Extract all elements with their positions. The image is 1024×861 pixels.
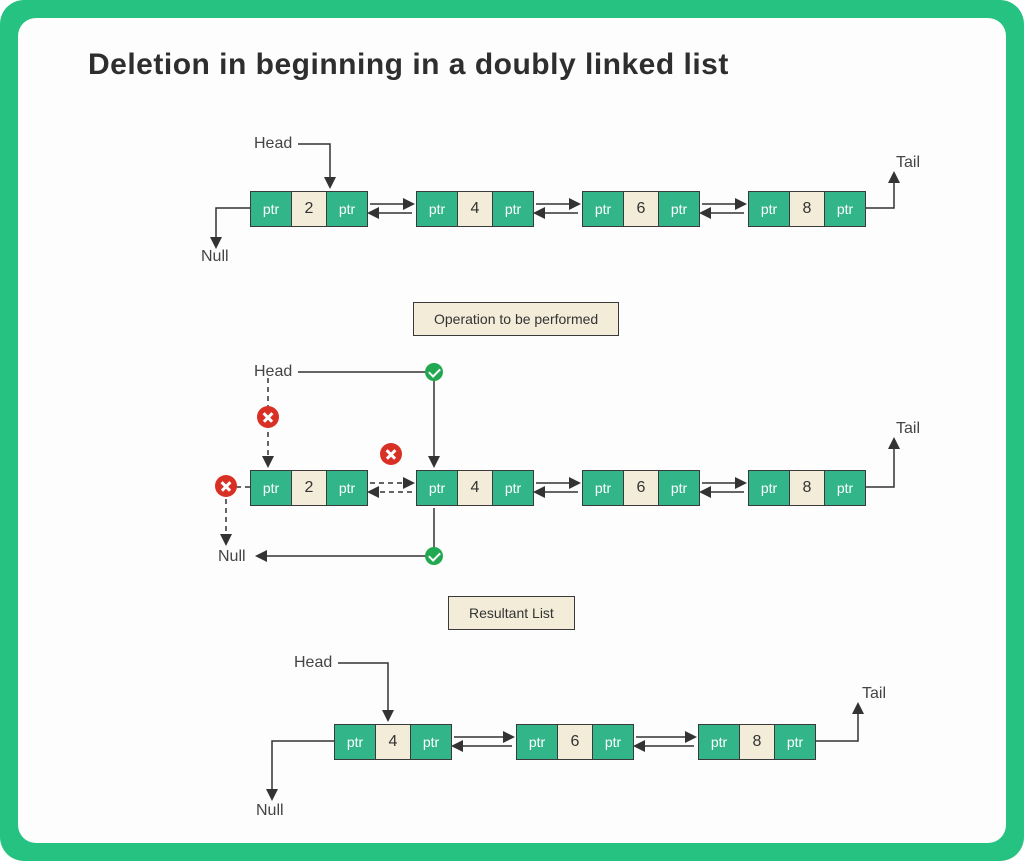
node-3-next: ptr [659, 192, 699, 226]
res-node-3-value: 8 [739, 725, 775, 759]
node-2-prev: ptr [417, 192, 457, 226]
operation-caption: Operation to be performed [413, 302, 619, 336]
res-node-1: ptr 4 ptr [334, 724, 452, 760]
check-icon [425, 547, 443, 565]
node-1-next: ptr [327, 192, 367, 226]
op-node-3-value: 6 [623, 471, 659, 505]
cross-icon [380, 443, 402, 465]
res-node-2-value: 6 [557, 725, 593, 759]
node-1: ptr 2 ptr [250, 191, 368, 227]
check-icon [425, 363, 443, 381]
res-node-2-next: ptr [593, 725, 633, 759]
head-label-3: Head [294, 654, 332, 672]
op-node-1-next: ptr [327, 471, 367, 505]
op-node-2-value: 4 [457, 471, 493, 505]
stage3-connectors [18, 18, 1006, 843]
head-label: Head [254, 135, 292, 153]
op-node-1: ptr 2 ptr [250, 470, 368, 506]
res-node-2-prev: ptr [517, 725, 557, 759]
tail-label-3: Tail [862, 685, 886, 703]
res-node-1-prev: ptr [335, 725, 375, 759]
diagram-title: Deletion in beginning in a doubly linked… [88, 48, 729, 82]
op-node-1-value: 2 [291, 471, 327, 505]
node-2-next: ptr [493, 192, 533, 226]
res-node-1-next: ptr [411, 725, 451, 759]
node-4-prev: ptr [749, 192, 789, 226]
res-node-1-value: 4 [375, 725, 411, 759]
op-node-2: ptr 4 ptr [416, 470, 534, 506]
op-node-4-value: 8 [789, 471, 825, 505]
node-3-value: 6 [623, 192, 659, 226]
node-4-next: ptr [825, 192, 865, 226]
head-label-2: Head [254, 363, 292, 381]
op-node-4-next: ptr [825, 471, 865, 505]
diagram-canvas: Deletion in beginning in a doubly linked… [18, 18, 1006, 843]
op-node-3-next: ptr [659, 471, 699, 505]
null-label-3: Null [256, 802, 284, 820]
null-label-2: Null [218, 548, 246, 566]
tail-label: Tail [896, 154, 920, 172]
res-node-3-next: ptr [775, 725, 815, 759]
res-node-3: ptr 8 ptr [698, 724, 816, 760]
node-1-prev: ptr [251, 192, 291, 226]
op-node-4: ptr 8 ptr [748, 470, 866, 506]
resultant-caption: Resultant List [448, 596, 575, 630]
null-label: Null [201, 248, 229, 266]
op-node-2-prev: ptr [417, 471, 457, 505]
op-node-1-prev: ptr [251, 471, 291, 505]
diagram-frame: Deletion in beginning in a doubly linked… [0, 0, 1024, 861]
node-3: ptr 6 ptr [582, 191, 700, 227]
res-node-3-prev: ptr [699, 725, 739, 759]
op-node-3-prev: ptr [583, 471, 623, 505]
tail-label-2: Tail [896, 420, 920, 438]
node-1-value: 2 [291, 192, 327, 226]
op-node-2-next: ptr [493, 471, 533, 505]
op-node-3: ptr 6 ptr [582, 470, 700, 506]
cross-icon [215, 475, 237, 497]
node-2: ptr 4 ptr [416, 191, 534, 227]
op-node-4-prev: ptr [749, 471, 789, 505]
cross-icon [257, 406, 279, 428]
node-4-value: 8 [789, 192, 825, 226]
res-node-2: ptr 6 ptr [516, 724, 634, 760]
node-2-value: 4 [457, 192, 493, 226]
node-4: ptr 8 ptr [748, 191, 866, 227]
node-3-prev: ptr [583, 192, 623, 226]
